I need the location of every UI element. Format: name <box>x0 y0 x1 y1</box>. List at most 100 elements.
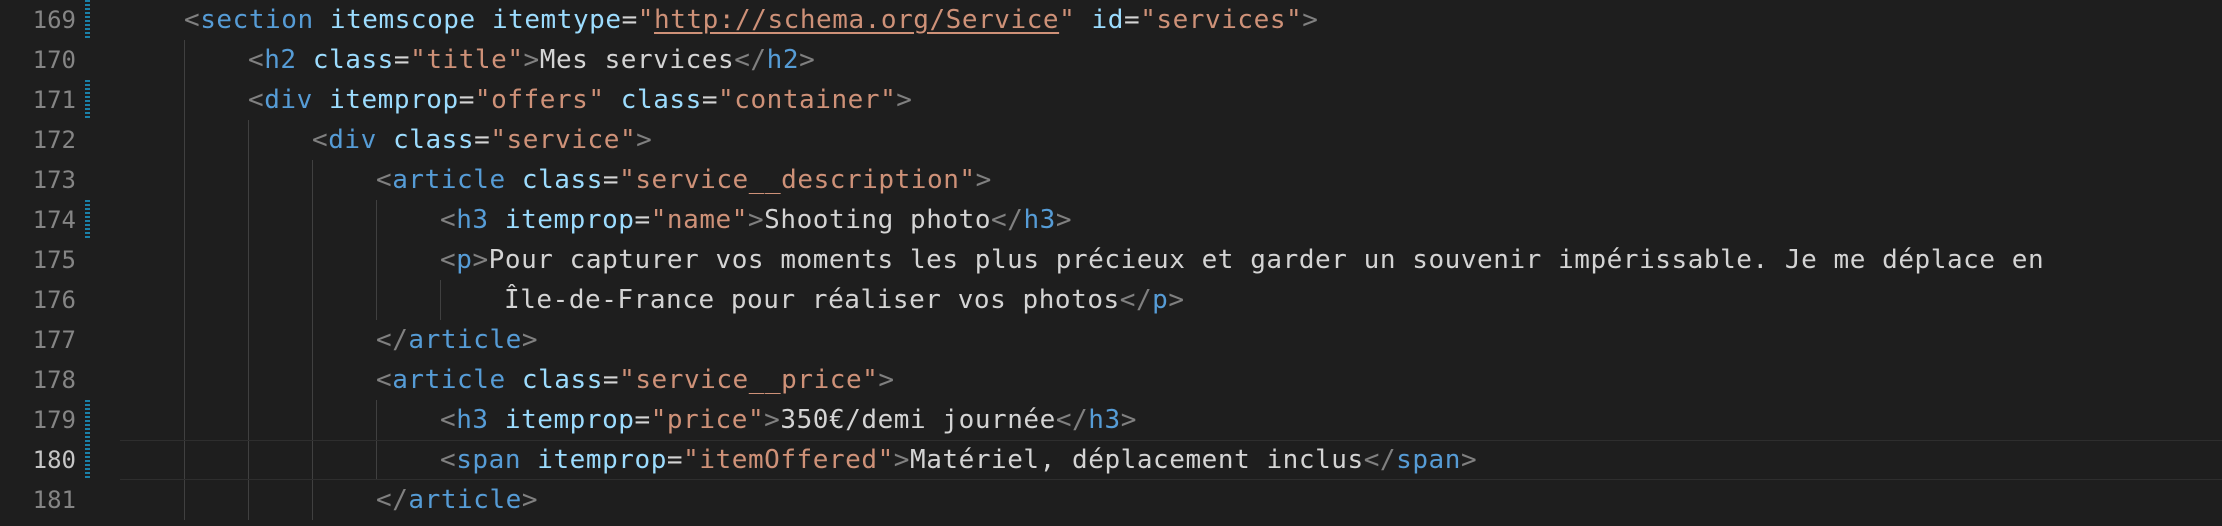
token-equals: = <box>474 125 491 155</box>
token-punctuation: </ <box>1119 285 1153 315</box>
token-punctuation: > <box>1120 405 1137 435</box>
token-equals: = <box>634 205 651 235</box>
code-text[interactable]: <div class="service"> <box>312 120 652 160</box>
code-line[interactable]: 178 <article class="service__price"> <box>0 360 2222 400</box>
git-modified-marker[interactable] <box>85 0 90 40</box>
token-attribute: class <box>521 165 603 195</box>
code-text[interactable]: Île-de-France pour réaliser vos photos</… <box>504 280 1185 320</box>
token-string: "offers" <box>474 85 605 115</box>
line-number: 180 <box>32 446 76 474</box>
token-url-link[interactable]: http://schema.org/Service <box>654 5 1059 35</box>
indent-guide <box>184 40 185 80</box>
code-text[interactable]: <div itemprop="offers" class="container"… <box>248 80 913 120</box>
indent-guide <box>184 440 185 480</box>
line-number: 171 <box>32 86 76 114</box>
git-modified-marker[interactable] <box>85 80 90 120</box>
code-text[interactable]: <span itemprop="itemOffered">Matériel, d… <box>440 440 1477 480</box>
token-punctuation: < <box>440 405 457 435</box>
token-string: "title" <box>410 45 524 75</box>
code-line[interactable]: 173 <article class="service__description… <box>0 160 2222 200</box>
git-modified-marker[interactable] <box>85 200 90 240</box>
indent-guide <box>248 320 249 360</box>
indent-guide <box>184 480 185 520</box>
code-text[interactable]: <section itemscope itemtype="http://sche… <box>184 0 1318 40</box>
token-punctuation: > <box>799 45 816 75</box>
indent-guide <box>312 280 313 320</box>
token-punctuation: > <box>896 85 913 115</box>
code-line[interactable]: 174 <h3 itemprop="name">Shooting photo</… <box>0 200 2222 240</box>
token-punctuation: </ <box>734 45 767 75</box>
code-text[interactable]: <article class="service__description"> <box>376 160 992 200</box>
indent-guide <box>248 160 249 200</box>
token-attribute: itemprop <box>537 445 667 475</box>
code-line[interactable]: 175 <p>Pour capturer vos moments les plu… <box>0 240 2222 280</box>
token-text: Île-de-France pour réaliser vos photos <box>504 285 1120 315</box>
code-line[interactable]: 170 <h2 class="title">Mes services</h2> <box>0 40 2222 80</box>
code-line[interactable]: 169 <section itemscope itemtype="http://… <box>0 0 2222 40</box>
token-attribute: itemtype <box>491 5 622 35</box>
token-attribute: id <box>1091 5 1124 35</box>
token-punctuation: < <box>184 5 201 35</box>
line-number: 179 <box>32 406 76 434</box>
code-line[interactable]: 176 Île-de-France pour réaliser vos phot… <box>0 280 2222 320</box>
indent-guide <box>376 400 377 440</box>
code-text[interactable]: <h2 class="title">Mes services</h2> <box>248 40 815 80</box>
token-equals: = <box>393 45 411 75</box>
code-line[interactable]: 177 </article> <box>0 320 2222 360</box>
token-punctuation: < <box>376 165 393 195</box>
indent-guide <box>376 240 377 280</box>
token-text: 350€/demi journée <box>780 405 1056 435</box>
code-text[interactable]: <p>Pour capturer vos moments les plus pr… <box>440 240 2044 280</box>
code-text[interactable]: <h3 itemprop="price">350€/demi journée</… <box>440 400 1137 440</box>
code-line[interactable]: 172 <div class="service"> <box>0 120 2222 160</box>
token-punctuation: > <box>893 445 910 475</box>
token-string: "price" <box>650 405 765 435</box>
git-modified-marker[interactable] <box>85 400 90 440</box>
indent-guide <box>184 400 185 440</box>
code-editor[interactable]: 169 <section itemscope itemtype="http://… <box>0 0 2222 526</box>
token-string: "itemOffered" <box>683 445 894 475</box>
indent-guide <box>184 360 185 400</box>
line-number: 170 <box>32 46 76 74</box>
token-equals: = <box>701 85 719 115</box>
token-equals: = <box>602 365 620 395</box>
code-text[interactable]: <h3 itemprop="name">Shooting photo</h3> <box>440 200 1072 240</box>
token-punctuation: < <box>440 245 457 275</box>
indent-guide <box>376 440 377 480</box>
token-text: Pour capturer vos moments les plus préci… <box>488 245 2045 275</box>
code-line-current[interactable]: 180 <span itemprop="itemOffered">Matérie… <box>0 440 2222 480</box>
indent-guide <box>248 360 249 400</box>
token-tag: h2 <box>766 45 800 75</box>
token-attribute: itemprop <box>504 405 635 435</box>
token-punctuation: </ <box>376 485 409 515</box>
code-text[interactable]: </article> <box>376 480 538 520</box>
indent-guide <box>248 120 249 160</box>
token-punctuation: > <box>764 405 781 435</box>
token-text: Mes services <box>539 45 735 75</box>
token-tag: article <box>392 165 506 195</box>
code-line[interactable]: 179 <h3 itemprop="price">350€/demi journ… <box>0 400 2222 440</box>
code-line[interactable]: 181 </article> <box>0 480 2222 520</box>
code-line[interactable]: 171 <div itemprop="offers" class="contai… <box>0 80 2222 120</box>
line-number: 176 <box>32 286 76 314</box>
indent-guide <box>184 160 185 200</box>
token-attribute: itemprop <box>329 85 459 115</box>
code-text[interactable]: <article class="service__price"> <box>376 360 895 400</box>
token-tag: p <box>1152 285 1169 315</box>
token-punctuation: > <box>747 205 765 235</box>
token-punctuation: > <box>1460 445 1478 475</box>
token-punctuation: < <box>376 365 393 395</box>
token-punctuation: < <box>440 205 457 235</box>
indent-guide <box>184 240 185 280</box>
token-tag: h3 <box>456 205 489 235</box>
token-equals: = <box>458 85 475 115</box>
git-modified-marker[interactable] <box>85 440 90 480</box>
code-text[interactable]: </article> <box>376 320 538 360</box>
